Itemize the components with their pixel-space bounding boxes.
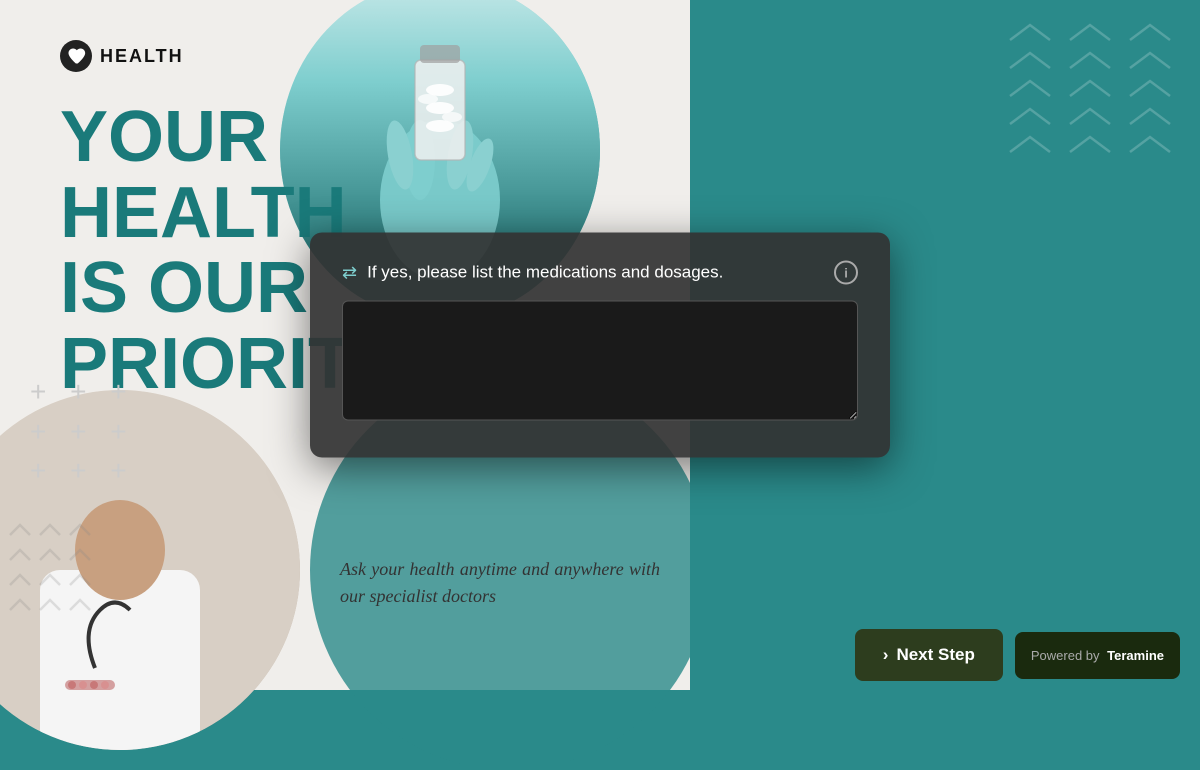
powered-by: Powered by Teramine xyxy=(1015,632,1180,679)
question-label: If yes, please list the medications and … xyxy=(367,261,723,285)
modal-question-text: ⇄ If yes, please list the medications an… xyxy=(342,261,822,285)
tagline-text: Ask your health anytime and anywhere wit… xyxy=(340,556,660,610)
ask-text-block: Ask your health anytime and anywhere wit… xyxy=(340,556,660,610)
heartbeat-icon xyxy=(66,46,86,66)
medications-textarea[interactable] xyxy=(342,301,858,421)
next-step-button[interactable]: › Next Step xyxy=(855,629,1003,681)
right-chevron-pattern xyxy=(980,20,1180,275)
lines-icon: ⇄ xyxy=(342,263,357,284)
logo: HEALTH xyxy=(60,40,184,72)
plus-decoration: + + + + + + + + + xyxy=(30,372,135,490)
powered-by-prefix: Powered by xyxy=(1031,648,1100,663)
next-arrow: › xyxy=(883,645,889,665)
logo-text: HEALTH xyxy=(100,46,184,67)
powered-by-brand: Teramine xyxy=(1107,648,1164,663)
medications-modal: ⇄ If yes, please list the medications an… xyxy=(310,233,890,458)
next-step-label: Next Step xyxy=(896,645,974,665)
logo-icon xyxy=(60,40,92,72)
modal-question-row: ⇄ If yes, please list the medications an… xyxy=(342,261,858,285)
bottom-left-chevrons xyxy=(0,515,120,640)
info-icon[interactable]: i xyxy=(834,261,858,285)
bottom-bar: › Next Step Powered by Teramine xyxy=(690,620,1200,690)
